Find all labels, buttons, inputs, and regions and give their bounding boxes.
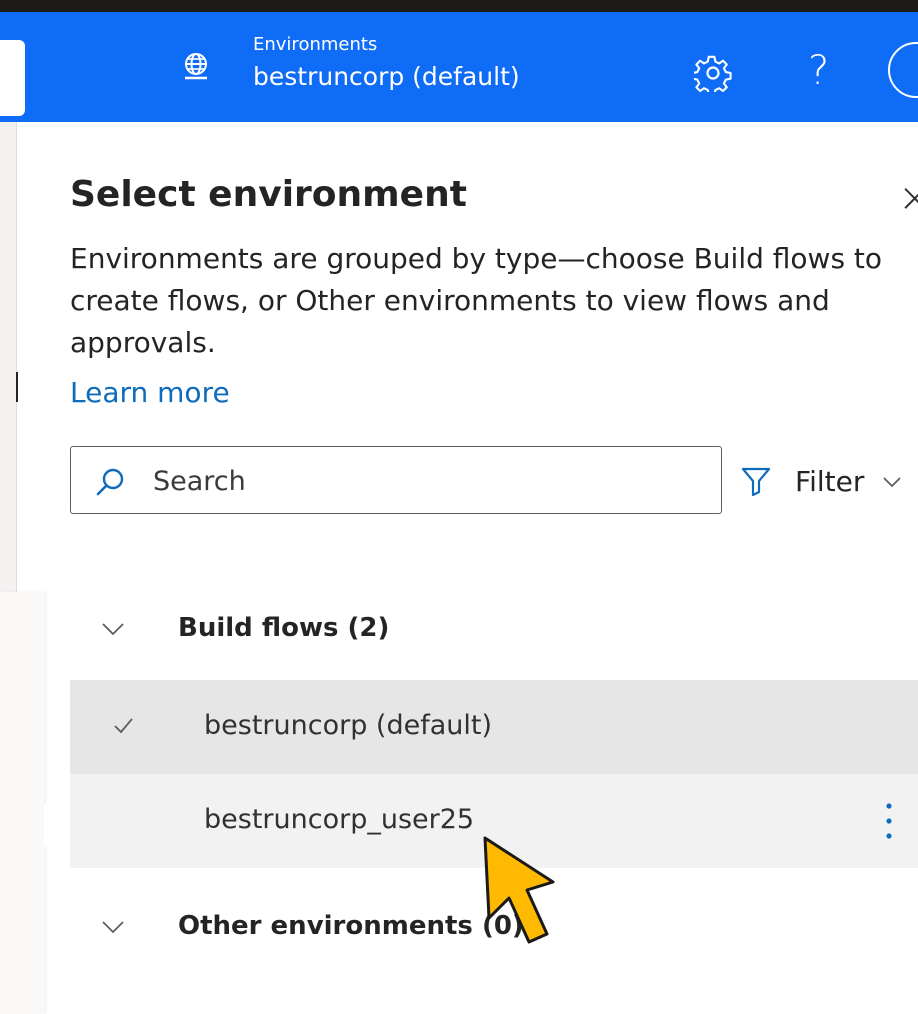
- group-label-build-flows: Build flows (2): [178, 613, 390, 643]
- current-environment-name[interactable]: bestruncorp (default): [253, 60, 520, 94]
- environments-label[interactable]: Environments: [253, 34, 377, 56]
- background-flyout: [0, 592, 44, 1014]
- search-icon: [96, 468, 124, 496]
- chevron-down-icon[interactable]: [880, 470, 904, 494]
- learn-more-link[interactable]: Learn more: [70, 372, 230, 414]
- group-label-other-environments: Other environments (0): [178, 911, 524, 941]
- environment-row-bestruncorp-default[interactable]: bestruncorp (default): [70, 680, 918, 774]
- flyout-pointer: [44, 804, 68, 848]
- chevron-down-icon[interactable]: [100, 916, 126, 938]
- filter-icon[interactable]: [740, 465, 772, 497]
- avatar[interactable]: [888, 42, 918, 98]
- header-left-search-box[interactable]: [0, 40, 25, 116]
- background-divider: [16, 372, 18, 402]
- environment-name: bestruncorp_user25: [204, 804, 475, 835]
- environment-name: bestruncorp (default): [204, 710, 492, 741]
- mouse-pointer-icon: [483, 836, 555, 944]
- gear-icon[interactable]: [694, 54, 732, 92]
- search-input[interactable]: [151, 457, 715, 505]
- group-header-build-flows[interactable]: Build flows (2): [70, 594, 918, 664]
- help-icon[interactable]: ?: [808, 46, 829, 96]
- app-header: Environments bestruncorp (default) ?: [0, 12, 918, 122]
- search-box[interactable]: [70, 446, 722, 514]
- close-icon[interactable]: ×: [898, 178, 918, 218]
- filter-button[interactable]: Filter: [795, 462, 864, 502]
- background-page-pane: [0, 122, 17, 592]
- panel-description: Environments are grouped by type—choose …: [70, 242, 883, 359]
- more-options-icon[interactable]: [884, 798, 894, 844]
- chevron-down-icon[interactable]: [100, 618, 126, 640]
- globe-icon[interactable]: [180, 50, 212, 82]
- checkmark-icon: [114, 718, 133, 734]
- window-top-strip: [0, 0, 918, 12]
- panel-title: Select environment: [70, 174, 467, 215]
